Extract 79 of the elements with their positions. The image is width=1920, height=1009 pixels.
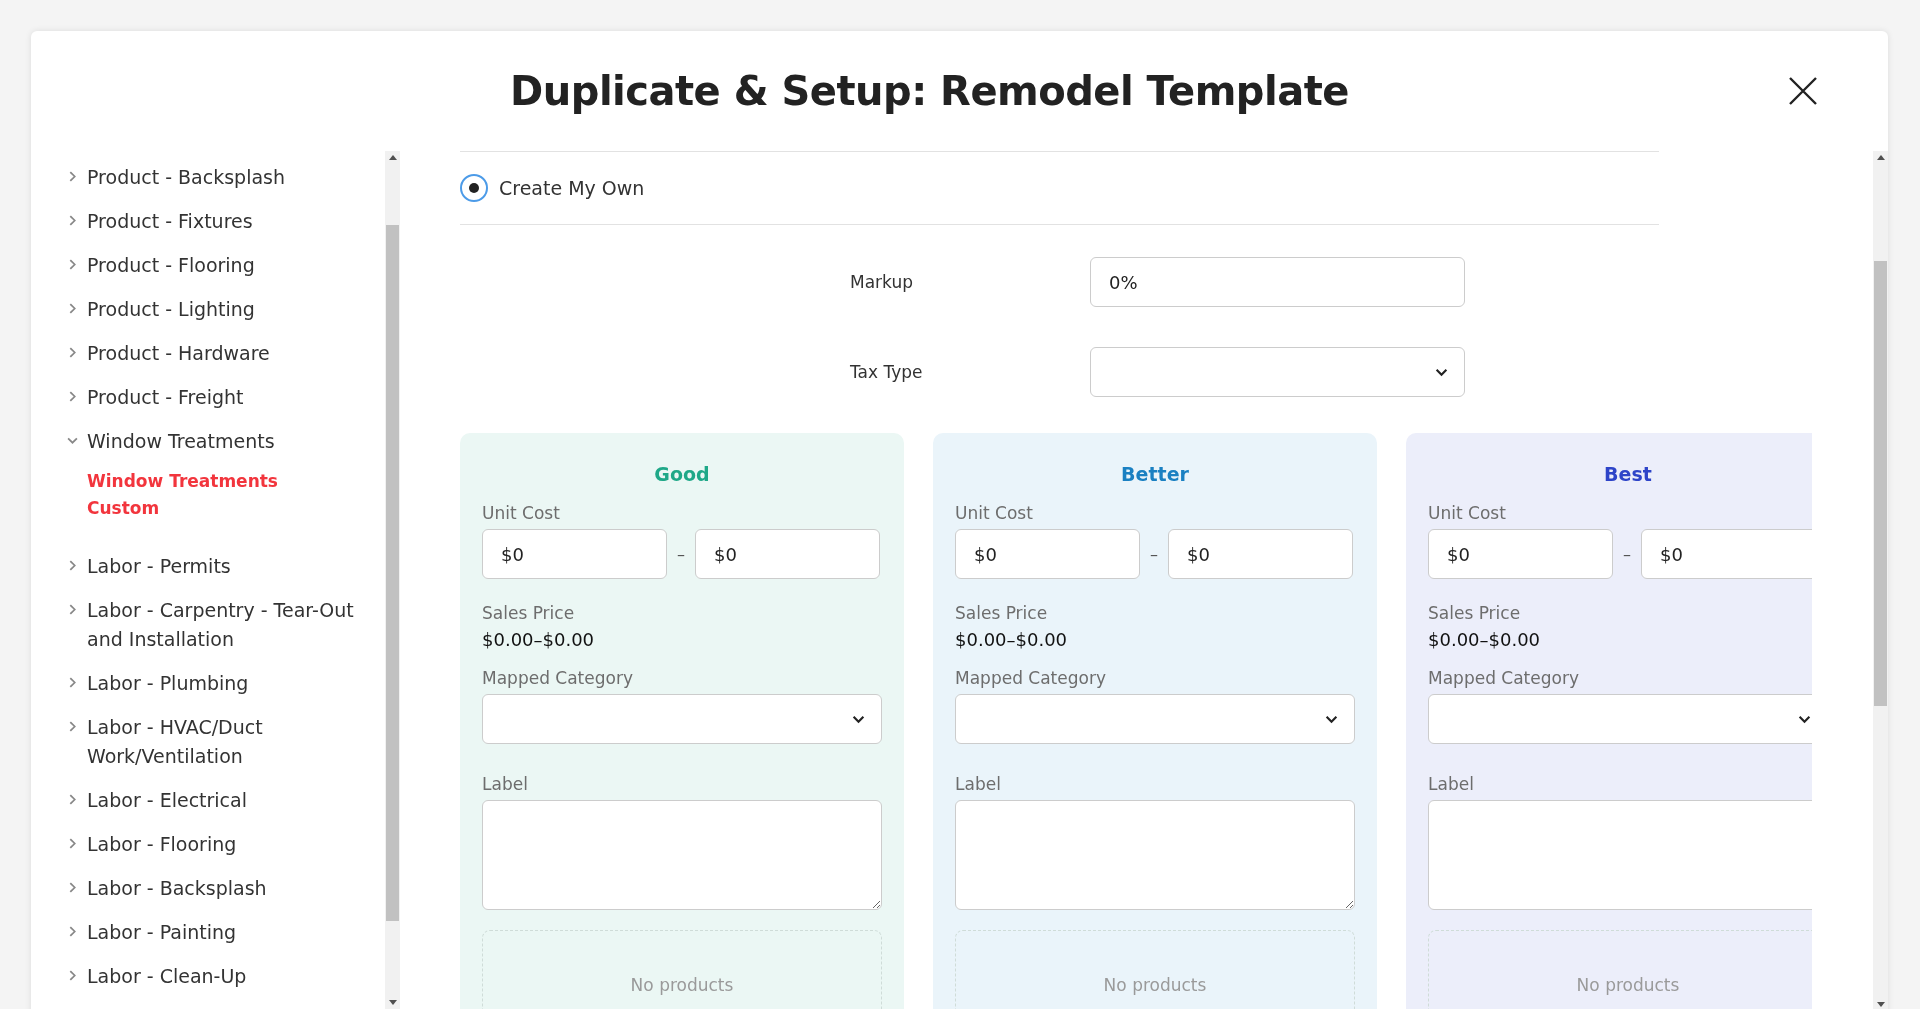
chevron-right-icon[interactable]	[67, 721, 78, 732]
radio-button[interactable]	[460, 174, 488, 202]
field-label: Sales Price	[482, 603, 576, 623]
sidebar-item[interactable]: Labor - Electrical	[87, 786, 377, 815]
close-button[interactable]	[1788, 76, 1818, 106]
tier-title: Better	[1120, 463, 1190, 485]
unit-cost-field[interactable]: $0	[1428, 529, 1613, 579]
chevron-right-icon[interactable]	[67, 347, 78, 358]
range-separator: –	[1623, 544, 1631, 564]
chevron-down-icon	[1435, 368, 1448, 377]
field-label: Label	[482, 774, 529, 794]
sidebar-item[interactable]: Labor - Painting	[87, 918, 377, 947]
field-label: Markup	[850, 272, 914, 292]
sales-price: $0.00–$0.00	[1428, 629, 1542, 650]
chevron-right-icon[interactable]	[67, 838, 78, 849]
scrollbar[interactable]	[385, 151, 400, 1009]
chevron-right-icon[interactable]	[67, 794, 78, 805]
chevron-right-icon[interactable]	[67, 303, 78, 314]
option-label[interactable]: Create My Own	[499, 177, 645, 199]
chevron-right-icon[interactable]	[67, 882, 78, 893]
empty-message: No products	[630, 975, 734, 997]
chevron-right-icon[interactable]	[67, 259, 78, 270]
sidebar-item[interactable]: Product - Hardware	[87, 339, 377, 368]
markup-field[interactable]: 0%	[1090, 257, 1465, 307]
unit-cost-field[interactable]: $0	[695, 529, 880, 579]
sidebar-item[interactable]: Window Treatments	[87, 427, 377, 456]
sidebar-item[interactable]: Labor - HVAC/Duct Work/Ventilation	[87, 713, 377, 771]
sidebar-item[interactable]: Product - Lighting	[87, 295, 377, 324]
sidebar-item[interactable]: Product - Freight	[87, 383, 377, 412]
sales-price: $0.00–$0.00	[482, 629, 596, 650]
tier-title: Good	[653, 463, 711, 485]
field-label: Unit Cost	[955, 503, 1034, 523]
sidebar-item[interactable]: Labor - Plumbing	[87, 669, 377, 698]
field-label: Tax Type	[850, 362, 924, 382]
chevron-right-icon[interactable]	[67, 970, 78, 981]
sidebar-item[interactable]: Product - Fixtures	[87, 207, 377, 236]
label-field[interactable]	[955, 800, 1355, 910]
sidebar-subitem[interactable]: Window Treatments Custom	[87, 468, 287, 522]
label-field[interactable]	[482, 800, 882, 910]
field-label: Label	[1428, 774, 1475, 794]
unit-cost-field[interactable]: $0	[1168, 529, 1353, 579]
range-separator: –	[677, 544, 685, 564]
sales-price: $0.00–$0.00	[955, 629, 1069, 650]
chevron-down-icon	[1798, 715, 1811, 724]
field-label: Mapped Category	[1428, 668, 1580, 688]
field-label: Sales Price	[1428, 603, 1522, 623]
field-label: Sales Price	[955, 603, 1049, 623]
unit-cost-field[interactable]: $0	[955, 529, 1140, 579]
field-label: Mapped Category	[955, 668, 1107, 688]
chevron-right-icon[interactable]	[67, 926, 78, 937]
label-field[interactable]	[1428, 800, 1812, 910]
chevron-right-icon[interactable]	[67, 604, 78, 615]
sidebar-item[interactable]: Labor - Permits	[87, 552, 377, 581]
chevron-right-icon[interactable]	[67, 677, 78, 688]
field-label: Unit Cost	[482, 503, 561, 523]
chevron-right-icon[interactable]	[67, 215, 78, 226]
scrollbar[interactable]	[1873, 151, 1888, 1009]
sidebar-item[interactable]: Product - Backsplash	[87, 163, 377, 192]
tier-title: Best	[1603, 463, 1653, 485]
empty-message: No products	[1103, 975, 1207, 997]
unit-cost-field[interactable]: $0	[1641, 529, 1812, 579]
empty-message: No products	[1576, 975, 1680, 997]
sidebar-item[interactable]: Labor - Clean-Up	[87, 962, 377, 991]
field-label: Unit Cost	[1428, 503, 1507, 523]
chevron-down-icon	[1325, 715, 1338, 724]
field-label: Mapped Category	[482, 668, 634, 688]
field-label: Label	[955, 774, 1002, 794]
unit-cost-field[interactable]: $0	[482, 529, 667, 579]
dialog-title: Duplicate & Setup: Remodel Template	[510, 68, 1349, 114]
chevron-right-icon[interactable]	[67, 391, 78, 402]
sidebar-item[interactable]: Labor - Flooring	[87, 830, 377, 859]
chevron-right-icon[interactable]	[67, 560, 78, 571]
chevron-down-icon	[852, 715, 865, 724]
sidebar-item[interactable]: Labor - Carpentry - Tear-Out and Installation	[87, 596, 377, 654]
chevron-right-icon[interactable]	[67, 171, 78, 182]
range-separator: –	[1150, 544, 1158, 564]
sidebar-item[interactable]: Product - Flooring	[87, 251, 377, 280]
sidebar-item[interactable]: Labor - Backsplash	[87, 874, 377, 903]
chevron-down-icon[interactable]	[67, 435, 78, 446]
